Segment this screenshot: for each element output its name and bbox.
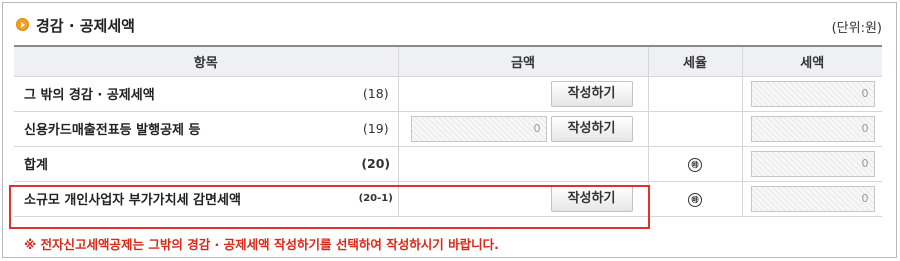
tax-cell: 0 [741,181,882,217]
row-label: 신용카드매출전표등 발행공제 등 [14,111,354,147]
rate-cell: ㉳ [647,181,742,217]
tax-input[interactable]: 0 [750,185,875,212]
amount-input[interactable]: 0 [410,115,547,142]
row-code: (20) [354,146,398,182]
header-amount: 금액 [397,46,648,77]
rate-cell: ㉳ [647,146,742,182]
unit-label: (단위:원) [831,21,882,36]
row-code: (20-1) [354,181,398,217]
table-row: 신용카드매출전표등 발행공제 등 (19) 0 작성하기 0 [14,111,882,147]
table-row: 그 밖의 경감 · 공제세액 (18) 작성하기 0 [14,76,882,112]
table-header-row: 항목 금액 세율 세액 [14,46,882,77]
deduction-table: 항목 금액 세율 세액 그 밖의 경감 · 공제세액 (18) 작성하기 0 신… [14,45,882,217]
tax-cell: 0 [741,146,882,182]
header-rate: 세율 [647,46,742,77]
amount-cell: 0 작성하기 [397,111,648,147]
rate-marker: ㉳ [688,157,702,172]
tax-input[interactable]: 0 [750,150,875,177]
tax-input[interactable]: 0 [750,80,875,107]
rate-cell [647,111,742,147]
tax-cell: 0 [741,111,882,147]
header-tax: 세액 [741,46,882,77]
write-button[interactable]: 작성하기 [550,115,633,142]
row-label: 합계 [14,146,354,182]
table-row: 합계 (20) ㉳ 0 [14,146,882,182]
write-button[interactable]: 작성하기 [550,80,633,107]
rate-marker: ㉳ [688,192,702,207]
row-label: 그 밖의 경감 · 공제세액 [14,76,354,112]
table-row: 소규모 개인사업자 부가가치세 감면세액 (20-1) 작성하기 ㉳ 0 [14,181,882,217]
tax-input[interactable]: 0 [750,115,875,142]
notice-text: ※ 전자신고세액공제는 그밖의 경감 · 공제세액 작성하기를 선택하여 작성하… [24,237,499,252]
header-item: 항목 [14,46,398,77]
section-header: 경감 · 공제세액 (단위:원) [16,15,882,37]
tax-cell: 0 [741,76,882,112]
write-button[interactable]: 작성하기 [550,185,633,212]
amount-cell: 작성하기 [397,76,648,112]
amount-cell [397,146,648,182]
rate-cell [647,76,742,112]
row-label: 소규모 개인사업자 부가가치세 감면세액 [14,181,354,217]
row-code: (19) [354,111,398,147]
section-title: 경감 · 공제세액 [36,17,135,35]
amount-cell: 작성하기 [397,181,648,217]
row-code: (18) [354,76,398,112]
bullet-arrow-icon [16,18,29,31]
